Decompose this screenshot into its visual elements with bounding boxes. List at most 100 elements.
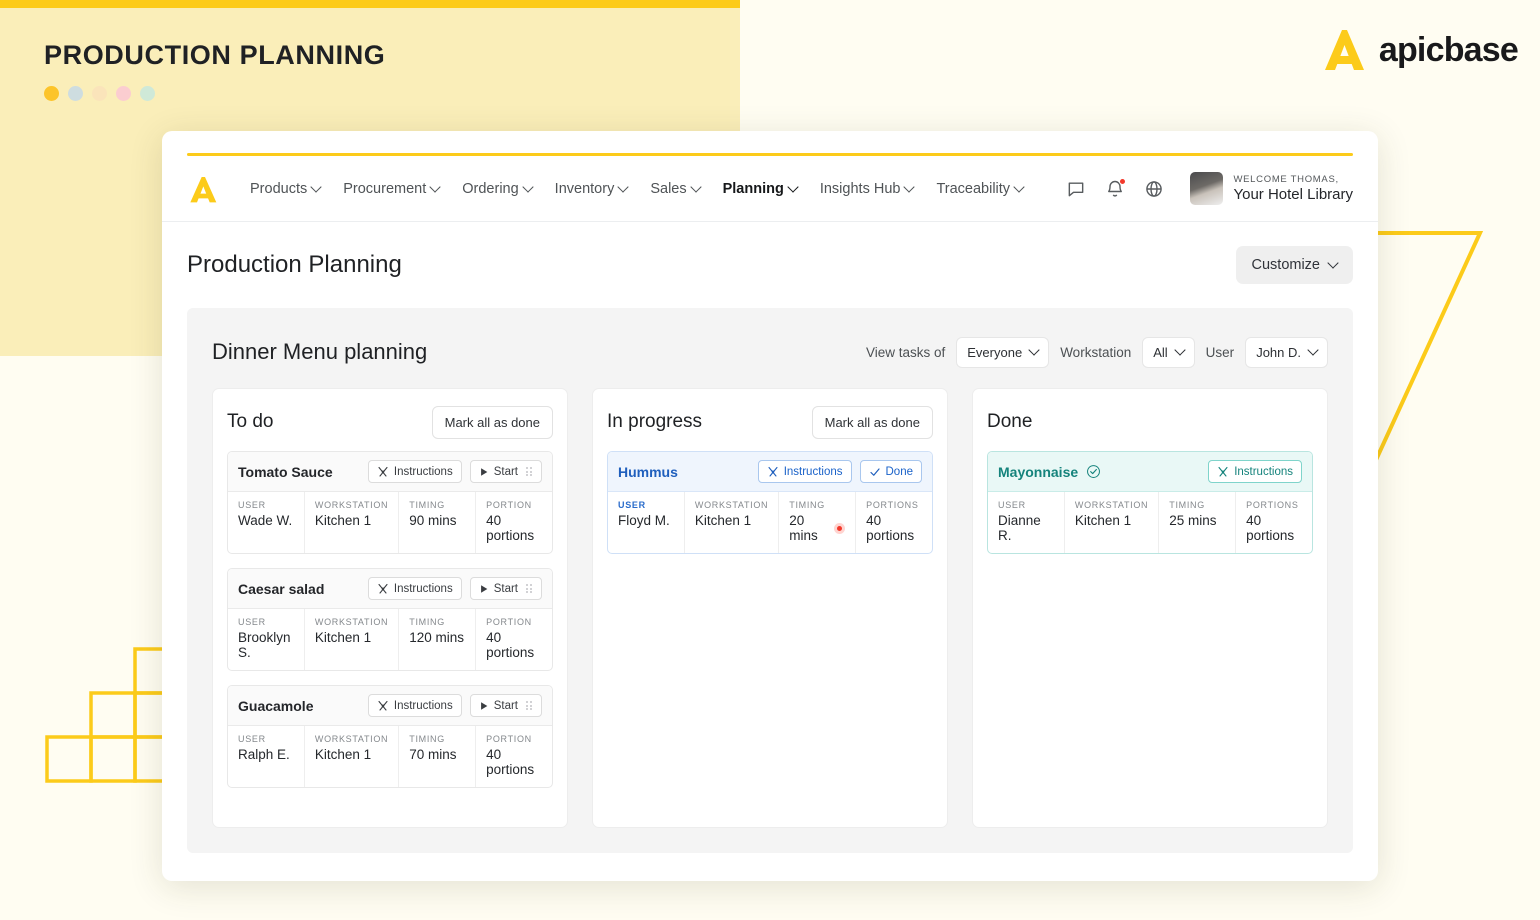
task-cell-value: 70 mins xyxy=(409,747,465,762)
task-cell-value: 25 mins xyxy=(1169,513,1225,528)
nav-item-label: Products xyxy=(250,180,308,197)
hero-title: PRODUCTION PLANNING xyxy=(44,40,386,70)
main-nav: Products Procurement Ordering Inventory Sale… xyxy=(162,156,1378,222)
task-cell-value: 40 portions xyxy=(486,630,542,660)
mark-all-as-done-button[interactable]: Mark all as done xyxy=(431,405,553,439)
done-button[interactable]: Done xyxy=(859,460,922,483)
board-header: Dinner Menu planning View tasks of Everyo… xyxy=(212,330,1328,374)
instructions-button[interactable]: Instructions xyxy=(1208,460,1302,483)
nav-item-label: Procurement xyxy=(343,180,427,197)
nav-item-products[interactable]: Products xyxy=(250,180,322,197)
task-cell-timing: TIMING 90 mins xyxy=(399,492,477,553)
task-card-header: Mayonnaise Instructions xyxy=(988,452,1312,492)
filter-select-workstation[interactable]: All xyxy=(1142,336,1195,368)
instructions-button[interactable]: Instructions xyxy=(367,577,462,600)
task-cell-timing: TIMING 120 mins xyxy=(399,609,477,670)
task-cell-value: 120 mins xyxy=(409,630,465,645)
task-cell-label: WORKSTATION xyxy=(314,617,389,627)
task-card[interactable]: Hummus Instructions Done USER Floyd M. WORKST… xyxy=(607,451,933,554)
nav-item-inventory[interactable]: Inventory xyxy=(555,181,629,197)
task-cell-text: 20 mins xyxy=(789,513,818,543)
help-lifebuoy-icon[interactable] xyxy=(1144,179,1164,199)
start-button[interactable]: Start xyxy=(469,694,542,717)
drag-handle-icon[interactable] xyxy=(526,467,533,476)
chevron-down-icon xyxy=(310,180,322,193)
check-circle-icon xyxy=(1087,465,1101,478)
customize-label: Customize xyxy=(1251,257,1321,273)
task-cell-label: WORKSTATION xyxy=(314,500,389,510)
nav-item-sales[interactable]: Sales xyxy=(650,180,702,197)
nav-item-label: Sales xyxy=(650,180,687,197)
instructions-button[interactable]: Instructions xyxy=(367,694,462,717)
cutlery-icon xyxy=(378,466,388,477)
column-header: Done xyxy=(987,403,1313,441)
customize-button[interactable]: Customize xyxy=(1235,246,1353,284)
hero-dot-3 xyxy=(116,86,131,101)
task-card-header: Tomato Sauce Instructions Start xyxy=(228,452,552,492)
task-detail-grid: USER Wade W. WORKSTATION Kitchen 1 TIMING 90 … xyxy=(228,492,552,553)
nav-item-planning[interactable]: Planning xyxy=(723,181,799,197)
instructions-button[interactable]: Instructions xyxy=(757,460,852,483)
task-card[interactable]: Mayonnaise Instructions USER Dianne R. WORKS… xyxy=(987,451,1313,554)
task-cell-label: TIMING xyxy=(1169,500,1205,510)
task-cell-text: 40 portions xyxy=(486,747,535,777)
play-icon xyxy=(480,467,488,476)
page-root: PRODUCTION PLANNING apicbase Products Pr… xyxy=(0,0,1540,920)
task-actions: Instructions Start xyxy=(367,694,542,717)
task-cell-workstation: WORKSTATION Kitchen 1 xyxy=(305,609,400,670)
chevron-down-icon xyxy=(903,180,916,193)
instructions-label: Instructions xyxy=(1234,465,1293,478)
task-card[interactable]: Guacamole Instructions Start USER Ralph E. WO… xyxy=(227,685,553,788)
user-profile[interactable]: WELCOME THOMAS, Your Hotel Library xyxy=(1190,172,1353,205)
drag-handle-icon[interactable] xyxy=(526,701,533,710)
page-header: Production Planning Customize xyxy=(162,222,1378,308)
filter-select-user[interactable]: John D. xyxy=(1245,336,1328,368)
task-card[interactable]: Tomato Sauce Instructions Start USER Wade W.… xyxy=(227,451,553,554)
brand-logo: apicbase xyxy=(1320,26,1519,74)
apicbase-logo-icon[interactable] xyxy=(187,173,219,205)
instructions-label: Instructions xyxy=(393,465,453,478)
start-label: Start xyxy=(493,465,518,478)
start-button[interactable]: Start xyxy=(469,460,542,483)
bell-icon[interactable] xyxy=(1105,177,1127,199)
filter-value: All xyxy=(1153,344,1168,360)
task-cell-value: Ralph E. xyxy=(238,747,294,762)
nav-item-label: Traceability xyxy=(936,180,1011,197)
cutlery-icon xyxy=(378,700,388,711)
nav-item-label: Ordering xyxy=(462,180,519,197)
nav-item-ordering[interactable]: Ordering xyxy=(462,180,534,197)
task-cell-portion: PORTIONS 40 portions xyxy=(856,492,932,553)
drag-handle-icon[interactable] xyxy=(526,584,533,593)
nav-item-procurement[interactable]: Procurement xyxy=(343,180,441,197)
task-cell-timing: TIMING 20 mins xyxy=(779,492,857,553)
chat-icon[interactable] xyxy=(1066,179,1086,199)
task-name: Hummus xyxy=(618,463,678,480)
nav-item-insights-hub[interactable]: Insights Hub xyxy=(820,180,916,197)
task-card[interactable]: Caesar salad Instructions Start USER Brookly… xyxy=(227,568,553,671)
task-actions: Instructions Start xyxy=(367,460,542,483)
mark-all-as-done-button[interactable]: Mark all as done xyxy=(811,405,933,439)
hero-dot-0 xyxy=(44,86,59,101)
task-cell-portion: PORTION 40 portions xyxy=(476,726,552,787)
task-card-header: Guacamole Instructions Start xyxy=(228,686,552,726)
task-cell-value: Kitchen 1 xyxy=(315,747,388,762)
filter-select-view-tasks-of[interactable]: Everyone xyxy=(956,336,1050,368)
task-cell-label: USER xyxy=(238,734,266,744)
column-progress: In progress Mark all as done Hummus Instruc… xyxy=(592,388,948,828)
task-cell-workstation: WORKSTATION Kitchen 1 xyxy=(685,492,780,553)
cutlery-icon xyxy=(378,583,388,594)
start-button[interactable]: Start xyxy=(469,577,542,600)
start-label: Start xyxy=(493,582,518,595)
hero-dot-row xyxy=(44,86,155,101)
instructions-button[interactable]: Instructions xyxy=(367,460,462,483)
task-cell-label: PORTION xyxy=(486,500,532,510)
avatar xyxy=(1190,172,1224,205)
task-cell-user: USER Floyd M. xyxy=(608,492,685,553)
task-cell-text: 40 portions xyxy=(1246,513,1295,543)
board-title: Dinner Menu planning xyxy=(212,339,428,364)
page-title: Production Planning xyxy=(187,251,402,278)
check-icon xyxy=(869,467,880,476)
nav-item-traceability[interactable]: Traceability xyxy=(936,180,1025,197)
task-cell-label: USER xyxy=(998,500,1026,510)
instructions-label: Instructions xyxy=(393,582,453,595)
